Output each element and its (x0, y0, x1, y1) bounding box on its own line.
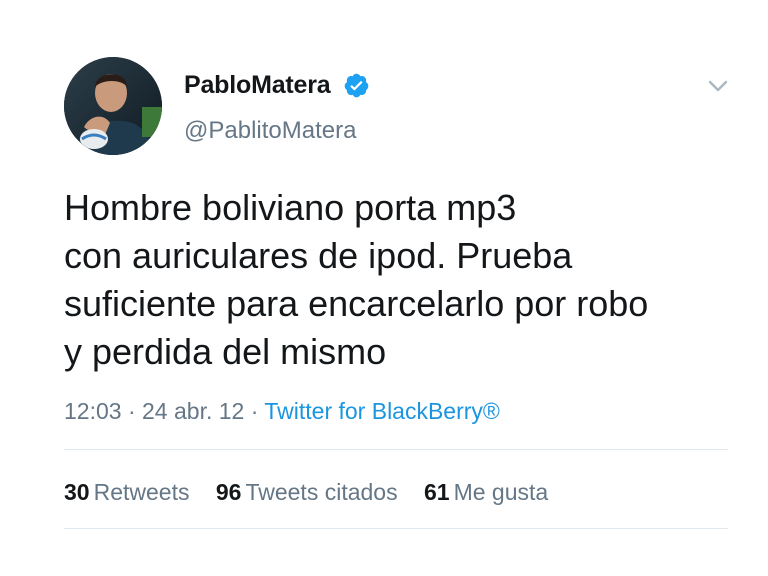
meta-separator: · (127, 398, 136, 424)
tweet-meta: 12:03 · 24 abr. 12 · Twitter for BlackBe… (64, 396, 500, 426)
tweet-source-link[interactable]: Twitter for BlackBerry® (264, 398, 500, 424)
likes-label: Me gusta (453, 479, 549, 505)
retweets-stat[interactable]: 30 Retweets (64, 477, 189, 507)
retweets-label: Retweets (93, 479, 190, 505)
tweet-text-line: y perdida del mismo (64, 331, 387, 372)
quotes-label: Tweets citados (245, 479, 398, 505)
tweet-text-line: suficiente para encarcelarlo por robo (64, 283, 649, 324)
likes-count: 61 (423, 479, 450, 505)
tweet-stats: 30 Retweets 96 Tweets citados 61 Me gusta (64, 477, 568, 507)
verified-badge-icon (344, 73, 369, 98)
quotes-count: 96 (215, 479, 242, 505)
author-display-name[interactable]: PabloMatera (184, 70, 331, 100)
quotes-stat[interactable]: 96 Tweets citados (216, 477, 398, 507)
likes-stat[interactable]: 61 Me gusta (424, 477, 548, 507)
tweet-text: Hombre boliviano porta mp3 con auricular… (64, 184, 744, 376)
divider (64, 528, 728, 529)
tweet-date[interactable]: 24 abr. 12 (142, 398, 244, 424)
author-handle[interactable]: @PablitoMatera (184, 116, 356, 146)
avatar[interactable] (64, 57, 162, 155)
tweet-text-line: con auriculares de ipod. Prueba (64, 235, 573, 276)
tweet-text-line: Hombre boliviano porta mp3 (64, 187, 517, 228)
tweet-time[interactable]: 12:03 (64, 398, 122, 424)
chevron-down-icon[interactable] (703, 74, 733, 98)
meta-separator: · (250, 398, 259, 424)
divider (64, 449, 728, 450)
retweets-count: 30 (64, 479, 90, 505)
